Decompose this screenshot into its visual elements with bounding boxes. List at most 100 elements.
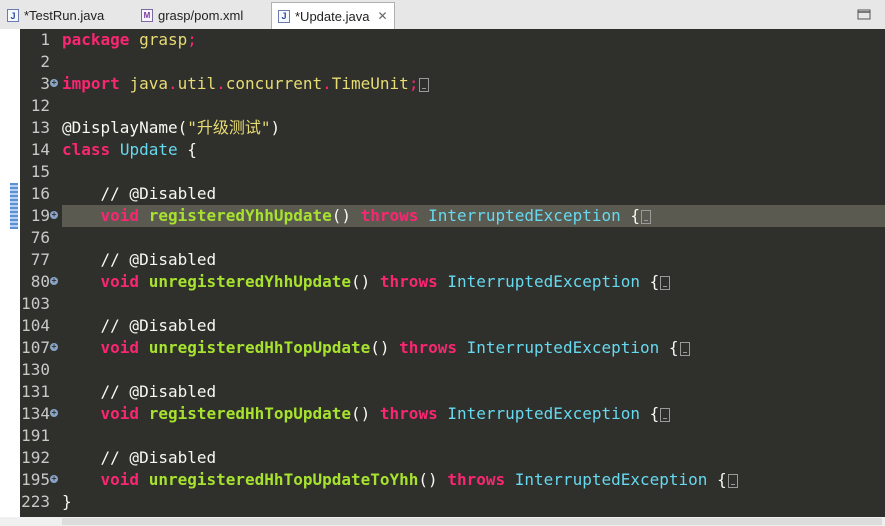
semicolon: ; [408,74,419,93]
editor-tab-bar: J *TestRun.java M grasp/pom.xml J *Updat… [0,0,885,30]
brace: { [649,272,660,291]
line-number: 12 [30,96,50,115]
method-name: unregisteredYhhUpdate [148,272,351,291]
tab-label: *TestRun.java [24,8,105,23]
line-number: 16 [30,184,50,203]
paren: ) [270,118,281,137]
brace: } [62,492,72,511]
code-line: 192 // @Disabled [0,447,885,469]
parens: () [331,206,351,225]
line-number: 76 [30,228,50,247]
folded-block-icon[interactable] [641,210,652,224]
line-number: 104 [21,316,50,335]
folded-block-icon[interactable] [679,342,690,356]
line-number: 3 [40,74,50,93]
line-number: 80 [30,272,50,291]
code-line: 130 [0,359,885,381]
keyword: throws [399,338,457,357]
brace: { [717,470,727,489]
line-number: 14 [30,140,50,159]
scrollbar-thumb[interactable] [62,518,882,525]
line-number: 195 [21,470,50,489]
parens: () [370,338,390,357]
exception-type: InterruptedException [428,206,621,225]
code-line: 16 // @Disabled [0,183,885,205]
method-name: registeredYhhUpdate [148,206,332,225]
keyword: throws [447,470,506,489]
keyword: void [100,206,140,225]
exception-type: InterruptedException [466,338,660,357]
code-line: 12 [0,95,885,117]
brace: { [668,338,679,357]
tab-pom-xml[interactable]: M grasp/pom.xml [134,3,270,28]
java-file-icon: J [7,9,19,22]
keyword: throws [379,404,438,423]
parens: () [351,272,371,291]
brace: { [177,140,197,159]
keyword: import [62,74,120,93]
keyword: void [100,404,140,423]
line-number: 107 [21,338,50,357]
line-number: 130 [21,360,50,379]
annotation: @DisplayName( [62,118,188,137]
tab-testrun[interactable]: J *TestRun.java [0,3,132,28]
line-number: 134 [21,404,50,423]
keyword: class [62,140,111,159]
line-number: 131 [21,382,50,401]
fold-expand-icon[interactable]: + [50,475,58,483]
code-line: 134 + void registeredHhTopUpdate() throw… [0,403,885,425]
folded-block-icon[interactable] [419,78,430,92]
method-name: unregisteredHhTopUpdate [148,338,371,357]
fold-expand-icon[interactable]: + [50,79,58,87]
code-line: 76 [0,227,885,249]
code-line: 3 + import java.util.concurrent.TimeUnit… [0,73,885,95]
dot: . [322,74,332,93]
tab-update[interactable]: J *Update.java ✕ [271,2,395,29]
fold-expand-icon[interactable]: + [50,211,58,219]
exception-type: InterruptedException [514,470,708,489]
fold-expand-icon[interactable]: + [50,409,58,417]
minimize-editor-icon[interactable] [857,7,871,21]
exception-type: InterruptedException [447,272,640,291]
import-segment: util [177,74,217,93]
line-number: 191 [21,426,50,445]
code-editor[interactable]: 1 package grasp; 2 3 + import java.util.… [0,29,885,517]
line-number: 223 [21,492,50,511]
code-line: 15 [0,161,885,183]
line-number: 19 [30,206,50,225]
code-line: 2 [0,51,885,73]
java-file-icon: J [278,9,290,23]
dot: . [216,74,226,93]
line-number: 192 [21,448,50,467]
close-tab-icon[interactable]: ✕ [377,9,387,23]
folded-block-icon[interactable] [727,474,738,488]
keyword: throws [360,206,419,225]
code-line: 223 } [0,491,885,513]
keyword: package [62,30,130,49]
tab-label: grasp/pom.xml [158,8,244,23]
code-line: 80 + void unregisteredYhhUpdate() throws… [0,271,885,293]
code-line: 195 + void unregisteredHhTopUpdateToYhh(… [0,469,885,491]
code-line: 13 @DisplayName("升级测试") [0,117,885,139]
import-segment: java [129,74,168,93]
fold-expand-icon[interactable]: + [50,277,58,285]
code-line: 14 class Update { [0,139,885,161]
method-name: unregisteredHhTopUpdateToYhh [148,470,419,489]
horizontal-scrollbar[interactable] [0,517,885,526]
folded-block-icon[interactable] [660,276,671,290]
keyword: throws [379,272,438,291]
fold-expand-icon[interactable]: + [50,343,58,351]
exception-type: InterruptedException [447,404,640,423]
line-number: 15 [30,162,50,181]
line-number: 77 [30,250,50,269]
line-number: 2 [40,52,50,71]
code-line: 131 // @Disabled [0,381,885,403]
folded-block-icon[interactable] [660,408,671,422]
code-line: 103 [0,293,885,315]
brace: { [649,404,660,423]
import-segment: concurrent [225,74,323,93]
comment: // @Disabled [62,316,217,335]
dot: . [167,74,178,93]
parens: () [418,470,438,489]
code-line-current: 19 + void registeredYhhUpdate() throws I… [0,205,885,227]
